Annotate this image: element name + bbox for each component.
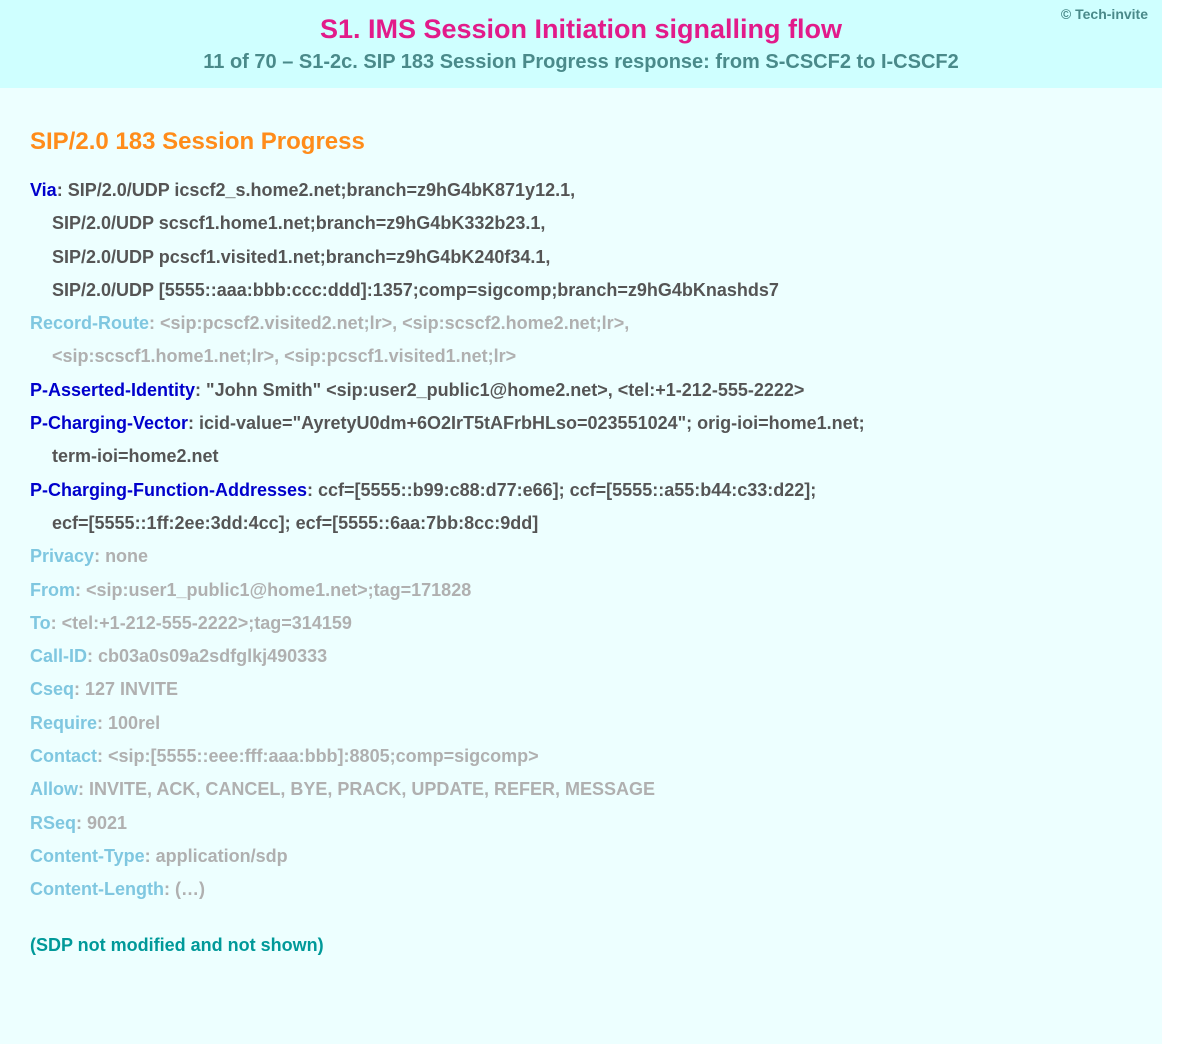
header-value: SIP/2.0/UDP icscf2_s.home2.net;branch=z9… (68, 180, 575, 200)
header-p-charging-vector: P-Charging-Vector: icid-value="AyretyU0d… (30, 407, 1132, 440)
header-value: <sip:pcscf2.visited2.net;lr>, <sip:scscf… (160, 313, 629, 333)
page-subtitle: 11 of 70 – S1-2c. SIP 183 Session Progre… (24, 51, 1138, 74)
copyright-label: © Tech-invite (1061, 6, 1148, 22)
sdp-note: (SDP not modified and not shown) (30, 935, 1132, 956)
header-value: INVITE, ACK, CANCEL, BYE, PRACK, UPDATE,… (89, 779, 655, 799)
header-p-charging-vector-cont: term-ioi=home2.net (30, 440, 1132, 473)
header-name: Content-Length (30, 879, 164, 899)
header-value: 100rel (108, 713, 160, 733)
header-value: none (105, 546, 148, 566)
header-call-id: Call-ID: cb03a0s09a2sdfglkj490333 (30, 640, 1132, 673)
document-header: © Tech-invite S1. IMS Session Initiation… (0, 0, 1162, 88)
header-value: <sip:user1_public1@home1.net>;tag=171828 (86, 580, 471, 600)
header-value: application/sdp (156, 846, 288, 866)
header-value: (…) (175, 879, 205, 899)
header-name: Call-ID (30, 646, 87, 666)
header-name: Via (30, 180, 57, 200)
header-value: 127 INVITE (85, 679, 178, 699)
header-content-type: Content-Type: application/sdp (30, 840, 1132, 873)
header-name: Allow (30, 779, 78, 799)
header-name: P-Charging-Function-Addresses (30, 480, 307, 500)
header-name: To (30, 613, 51, 633)
header-name: Cseq (30, 679, 74, 699)
header-rseq: RSeq: 9021 (30, 807, 1132, 840)
header-privacy: Privacy: none (30, 540, 1132, 573)
header-value: 9021 (87, 813, 127, 833)
header-record-route-cont: <sip:scscf1.home1.net;lr>, <sip:pcscf1.v… (30, 340, 1132, 373)
header-name: Privacy (30, 546, 94, 566)
header-name: Record-Route (30, 313, 149, 333)
header-p-charging-function-addresses-cont: ecf=[5555::1ff:2ee:3dd:4cc]; ecf=[5555::… (30, 507, 1132, 540)
header-value: ccf=[5555::b99:c88:d77:e66]; ccf=[5555::… (318, 480, 816, 500)
header-via-cont: SIP/2.0/UDP pcscf1.visited1.net;branch=z… (30, 241, 1132, 274)
page-title: S1. IMS Session Initiation signalling fl… (24, 14, 1138, 45)
sip-status-line: SIP/2.0 183 Session Progress (30, 128, 1132, 156)
header-allow: Allow: INVITE, ACK, CANCEL, BYE, PRACK, … (30, 773, 1132, 806)
header-from: From: <sip:user1_public1@home1.net>;tag=… (30, 574, 1132, 607)
header-name: P-Asserted-Identity (30, 380, 195, 400)
header-name: Require (30, 713, 97, 733)
header-content-length: Content-Length: (…) (30, 873, 1132, 906)
header-name: Content-Type (30, 846, 145, 866)
header-require: Require: 100rel (30, 707, 1132, 740)
header-name: From (30, 580, 75, 600)
header-name: RSeq (30, 813, 76, 833)
header-value: icid-value="AyretyU0dm+6O2IrT5tAFrbHLso=… (199, 413, 865, 433)
header-name: Contact (30, 746, 97, 766)
header-to: To: <tel:+1-212-555-2222>;tag=314159 (30, 607, 1132, 640)
header-contact: Contact: <sip:[5555::eee:fff:aaa:bbb]:88… (30, 740, 1132, 773)
header-name: P-Charging-Vector (30, 413, 188, 433)
header-record-route: Record-Route: <sip:pcscf2.visited2.net;l… (30, 307, 1132, 340)
header-p-asserted-identity: P-Asserted-Identity: "John Smith" <sip:u… (30, 374, 1132, 407)
header-p-charging-function-addresses: P-Charging-Function-Addresses: ccf=[5555… (30, 474, 1132, 507)
header-value: "John Smith" <sip:user2_public1@home2.ne… (206, 380, 804, 400)
header-cseq: Cseq: 127 INVITE (30, 673, 1132, 706)
document-page: © Tech-invite S1. IMS Session Initiation… (0, 0, 1162, 1044)
header-via: Via: SIP/2.0/UDP icscf2_s.home2.net;bran… (30, 174, 1132, 207)
sip-message-body: SIP/2.0 183 Session Progress Via: SIP/2.… (0, 88, 1162, 986)
header-value: <tel:+1-212-555-2222>;tag=314159 (62, 613, 352, 633)
header-value: cb03a0s09a2sdfglkj490333 (98, 646, 327, 666)
header-value: <sip:[5555::eee:fff:aaa:bbb]:8805;comp=s… (108, 746, 539, 766)
header-via-cont: SIP/2.0/UDP scscf1.home1.net;branch=z9hG… (30, 207, 1132, 240)
header-via-cont: SIP/2.0/UDP [5555::aaa:bbb:ccc:ddd]:1357… (30, 274, 1132, 307)
